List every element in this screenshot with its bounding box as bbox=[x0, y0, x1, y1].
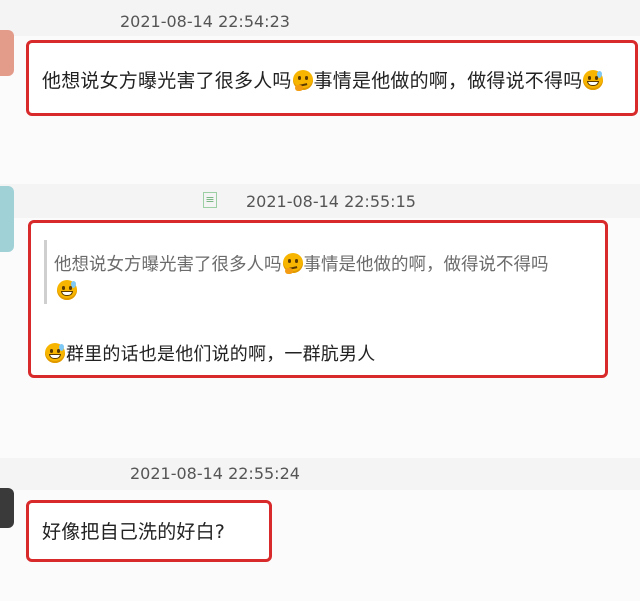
quote-text-part: 他想说女方曝光害了很多人吗 bbox=[54, 255, 282, 275]
message-text-part: 事情是他做的啊，做得说不得吗 bbox=[313, 70, 583, 92]
quote-bar bbox=[44, 240, 47, 304]
quote-text-part: 事情是他做的啊，做得说不得吗 bbox=[303, 255, 549, 275]
message-header-band bbox=[0, 0, 640, 36]
avatar[interactable] bbox=[0, 186, 14, 252]
grinning-sweat-icon bbox=[583, 70, 604, 90]
reply-text: 群里的话也是他们说的啊，一群肮男人 bbox=[44, 340, 375, 366]
grinning-sweat-icon bbox=[57, 280, 77, 300]
message-timestamp: 2021-08-14 22:55:24 bbox=[130, 464, 300, 483]
avatar[interactable] bbox=[0, 488, 14, 528]
document-icon: ≡ bbox=[203, 192, 217, 208]
message-text: 他想说女方曝光害了很多人吗 事情是他做的啊，做得说不得吗 bbox=[42, 66, 604, 93]
message-text: 好像把自己洗的好白? bbox=[42, 521, 226, 543]
grinning-sweat-icon bbox=[45, 343, 65, 363]
message-text-part: 他想说女方曝光害了很多人吗 bbox=[42, 70, 292, 92]
avatar[interactable] bbox=[0, 30, 14, 76]
quote-emoji bbox=[56, 280, 78, 301]
message-timestamp: 2021-08-14 22:54:23 bbox=[120, 12, 290, 31]
message-header-band bbox=[0, 458, 640, 490]
thinking-face-icon bbox=[282, 253, 303, 274]
quoted-message: 他想说女方曝光害了很多人吗 事情是他做的啊，做得说不得吗 bbox=[54, 251, 549, 276]
reply-text-part: 群里的话也是他们说的啊，一群肮男人 bbox=[66, 344, 376, 365]
thinking-face-icon bbox=[292, 70, 313, 91]
message-timestamp: 2021-08-14 22:55:15 bbox=[246, 192, 416, 211]
